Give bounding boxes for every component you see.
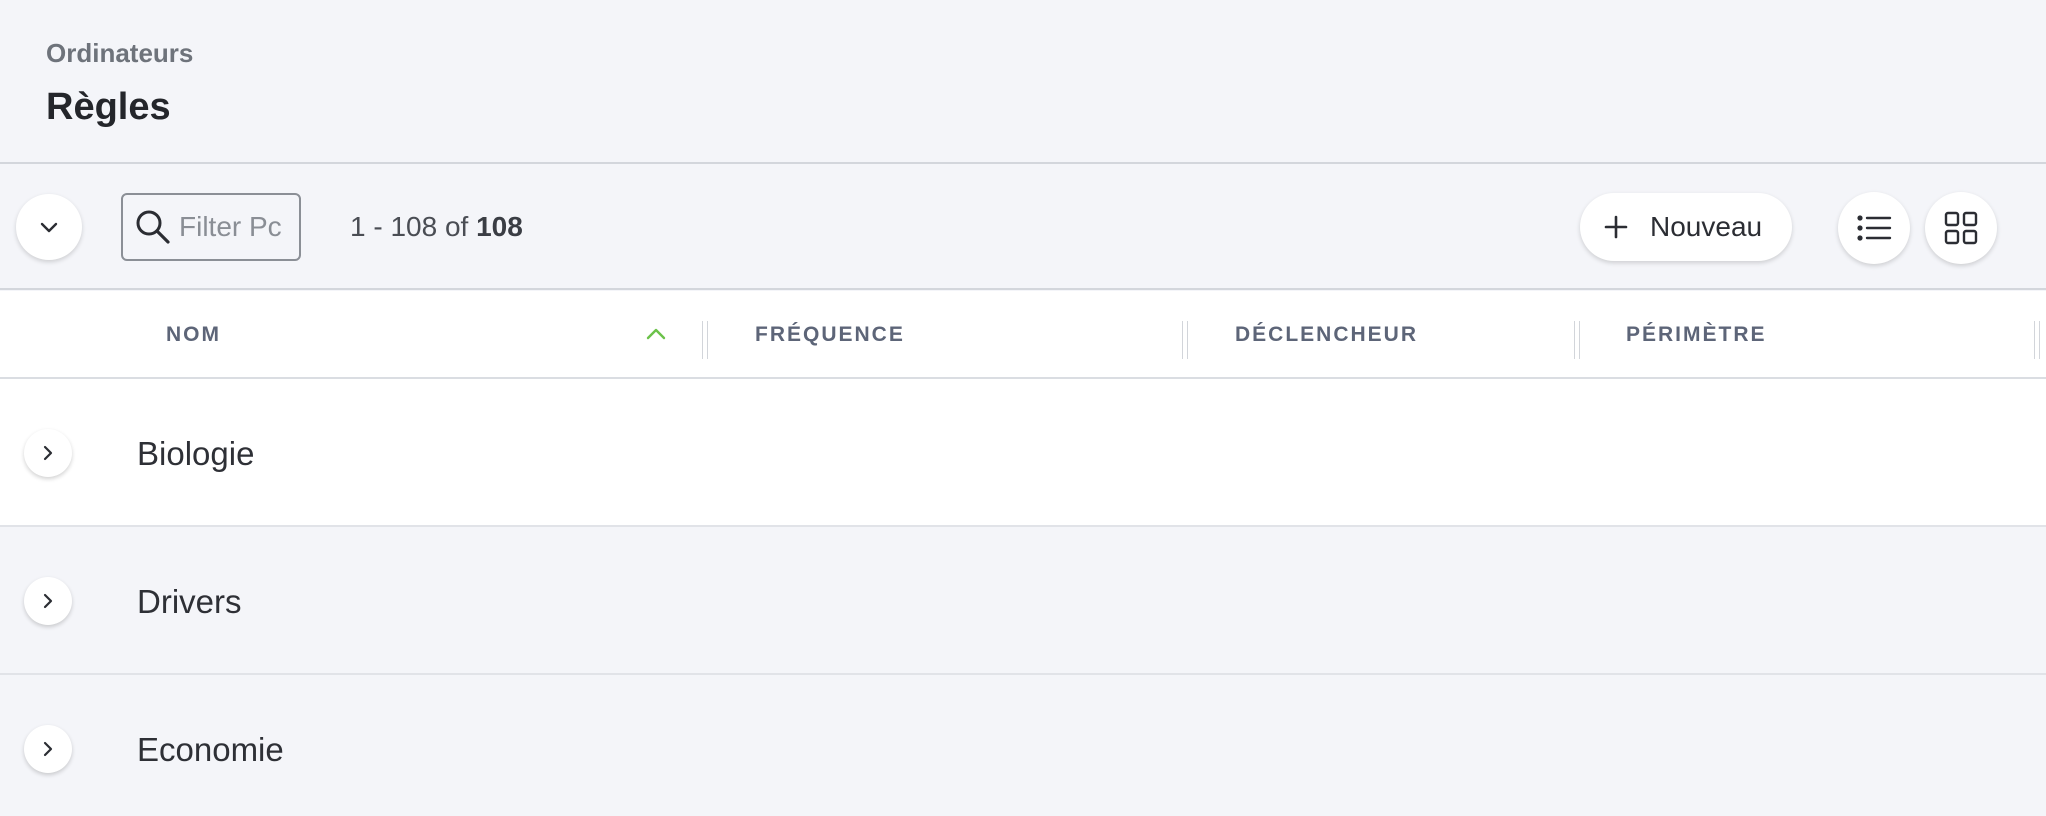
search-icon: [136, 210, 170, 244]
page: Ordinateurs Règles 1 - 108 of 108 Nouvea…: [0, 0, 2046, 816]
expand-row-button[interactable]: [24, 577, 72, 625]
count-range: 1 - 108 of: [350, 211, 477, 242]
result-count: 1 - 108 of 108: [350, 211, 523, 243]
chevron-down-icon: [40, 222, 58, 233]
collapse-all-button[interactable]: [16, 194, 82, 260]
row-label: Economie: [137, 731, 284, 768]
table-row[interactable]: Biologie: [0, 379, 2046, 527]
list-view-icon: [1857, 215, 1892, 241]
toolbar: 1 - 108 of 108 Nouveau: [0, 166, 2046, 290]
grid-view-icon: [1944, 211, 1978, 245]
chevron-right-icon: [43, 741, 53, 757]
column-header-nom[interactable]: NOM: [166, 323, 221, 347]
page-header: Ordinateurs Règles: [0, 0, 2046, 164]
count-total: 108: [476, 211, 523, 242]
list-view-button[interactable]: [1838, 192, 1910, 264]
column-resize-handle[interactable]: [702, 321, 708, 359]
breadcrumb[interactable]: Ordinateurs: [46, 38, 193, 69]
expand-row-button[interactable]: [24, 429, 72, 477]
row-label: Biologie: [137, 435, 255, 472]
search-input[interactable]: [179, 211, 289, 243]
chevron-right-icon: [43, 593, 53, 609]
expand-row-button[interactable]: [24, 725, 72, 773]
chevron-up-icon[interactable]: [645, 325, 667, 341]
chevron-right-icon: [43, 445, 53, 461]
search-field[interactable]: [121, 193, 301, 261]
page-title: Règles: [46, 86, 171, 128]
column-header-frequence[interactable]: FRÉQUENCE: [755, 323, 905, 347]
column-resize-handle[interactable]: [2034, 321, 2040, 359]
new-button-label: Nouveau: [1650, 211, 1763, 242]
table-row[interactable]: Drivers: [0, 527, 2046, 675]
column-header-declencheur[interactable]: DÉCLENCHEUR: [1235, 323, 1418, 347]
grid-view-button[interactable]: [1925, 192, 1997, 264]
column-resize-handle[interactable]: [1182, 321, 1188, 359]
table-row[interactable]: Economie: [0, 675, 2046, 816]
column-header-perimetre[interactable]: PÉRIMÈTRE: [1626, 323, 1767, 347]
new-button[interactable]: Nouveau: [1580, 193, 1792, 261]
column-resize-handle[interactable]: [1574, 321, 1580, 359]
row-label: Drivers: [137, 583, 242, 620]
plus-icon: [1604, 215, 1628, 239]
table-header: NOM FRÉQUENCE DÉCLENCHEUR PÉRIMÈTRE: [0, 291, 2046, 379]
